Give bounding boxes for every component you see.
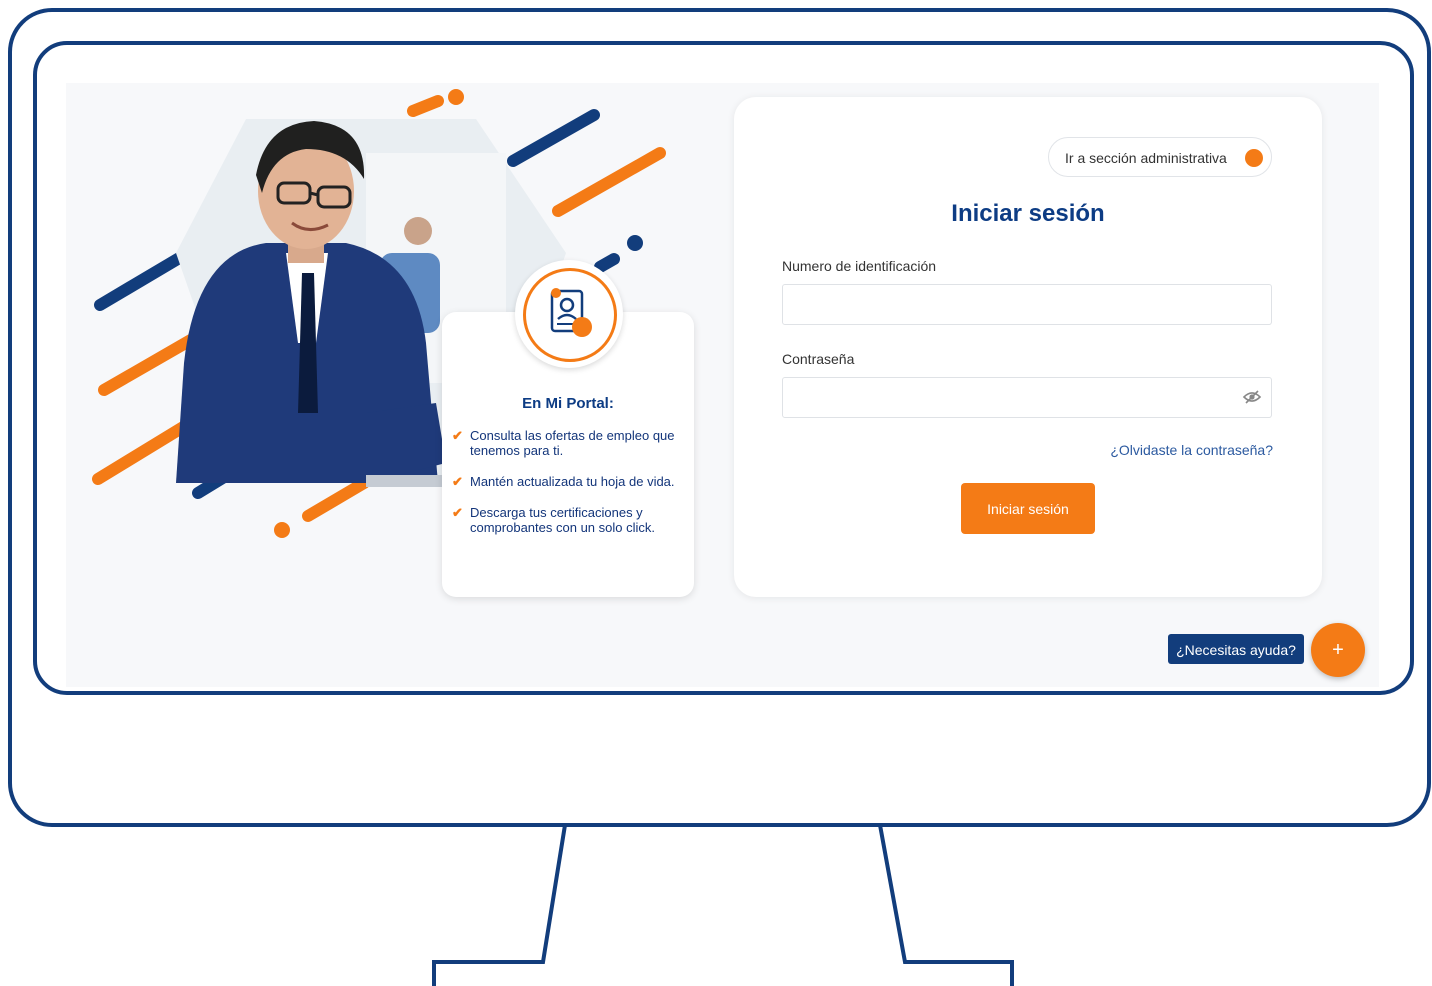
help-button[interactable]: ¿Necesitas ayuda?: [1168, 634, 1304, 664]
check-icon: ✔: [452, 505, 463, 520]
id-number-input[interactable]: [782, 284, 1272, 325]
admin-toggle-label: Ir a sección administrativa: [1065, 150, 1227, 166]
check-icon: ✔: [452, 428, 463, 443]
resume-icon: [550, 288, 592, 337]
id-field-label: Numero de identificación: [782, 258, 937, 274]
portal-badge: [515, 260, 623, 368]
plus-icon[interactable]: +: [1311, 623, 1365, 677]
portal-benefits-list: ✔ Consulta las ofertas de empleo que tene…: [452, 428, 688, 551]
screen: En Mi Portal: ✔ Consulta las ofertas de e…: [66, 83, 1379, 687]
password-field-label: Contraseña: [782, 351, 855, 367]
eye-slash-icon[interactable]: [1242, 389, 1262, 405]
login-submit-button[interactable]: Iniciar sesión: [961, 483, 1095, 534]
portal-title: En Mi Portal:: [522, 395, 614, 412]
list-item: ✔ Consulta las ofertas de empleo que tene…: [452, 428, 675, 458]
list-item: ✔ Mantén actualizada tu hoja de vida.: [452, 474, 675, 489]
password-input[interactable]: [782, 377, 1272, 418]
admin-section-toggle[interactable]: Ir a sección administrativa: [1048, 137, 1272, 177]
check-icon: ✔: [452, 474, 463, 489]
forgot-password-link[interactable]: ¿Olvidaste la contraseña?: [1094, 442, 1273, 458]
portal-benefits-card: En Mi Portal: ✔ Consulta las ofertas de e…: [442, 260, 694, 597]
list-item: ✔ Descarga tus certificaciones y comproba…: [452, 505, 655, 535]
login-card: Ir a sección administrativa Iniciar sesi…: [734, 97, 1322, 597]
toggle-dot-icon: [1245, 149, 1263, 167]
login-title: Iniciar sesión: [951, 200, 1105, 227]
